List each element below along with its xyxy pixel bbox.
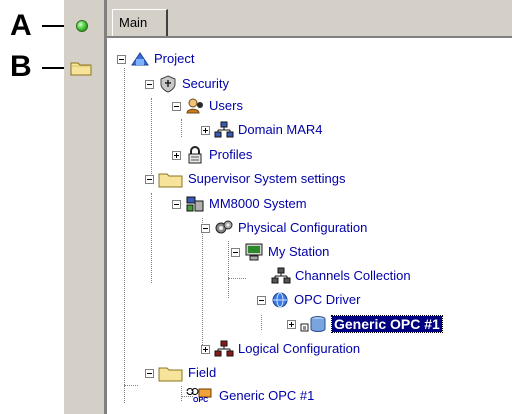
tree-item-physical[interactable]: Physical Configuration xyxy=(201,219,367,237)
collapse-toggle[interactable] xyxy=(145,368,154,378)
project-icon xyxy=(130,50,150,68)
tree-item-generic-opc-selected[interactable]: Generic OPC #1 xyxy=(287,315,443,333)
tree-label-selected: Generic OPC #1 xyxy=(331,315,443,333)
tree-item-mm8000[interactable]: MM8000 System xyxy=(172,195,307,213)
tree-item-domain[interactable]: Domain MAR4 xyxy=(201,121,323,139)
collapse-toggle[interactable] xyxy=(145,79,154,89)
green-status-dot-icon[interactable] xyxy=(76,20,88,32)
tab-main[interactable]: Main xyxy=(112,9,168,36)
tree-item-users[interactable]: Users xyxy=(172,97,243,115)
opc-badge: OPC xyxy=(193,397,209,404)
expand-toggle[interactable] xyxy=(201,344,210,354)
lock-icon xyxy=(185,146,205,164)
tree-label: Field xyxy=(188,365,217,380)
logical-config-icon xyxy=(214,340,234,358)
collapse-toggle[interactable] xyxy=(172,101,181,111)
tree-item-security[interactable]: Security xyxy=(145,75,229,93)
folder-icon[interactable] xyxy=(70,60,92,81)
tree-item-project[interactable]: Project xyxy=(117,50,194,68)
tree-item-field[interactable]: Field xyxy=(145,364,216,382)
tree-item-opc-driver[interactable]: OPC Driver xyxy=(257,291,360,309)
tree-item-channels[interactable]: Channels Collection xyxy=(271,267,411,285)
monitor-icon xyxy=(244,243,264,261)
tree-label: My Station xyxy=(268,244,330,259)
tree-label: Security xyxy=(182,76,229,91)
tree-label: Logical Configuration xyxy=(238,341,361,356)
callout-a-letter: A xyxy=(10,9,32,42)
tree-label: Generic OPC #1 xyxy=(219,388,315,403)
expand-toggle[interactable] xyxy=(287,319,296,329)
security-shield-icon xyxy=(158,75,178,93)
tree-label: Physical Configuration xyxy=(238,220,368,235)
tree-label: Users xyxy=(209,98,243,113)
collapse-toggle[interactable] xyxy=(257,295,266,305)
tab-main-label: Main xyxy=(119,15,148,30)
system-icon xyxy=(185,195,205,213)
collapse-toggle[interactable] xyxy=(172,199,181,209)
tree-label: OPC Driver xyxy=(294,292,361,307)
collapse-toggle[interactable] xyxy=(231,247,240,257)
domain-network-icon xyxy=(214,121,234,139)
tree-item-logical[interactable]: Logical Configuration xyxy=(201,340,360,358)
expand-toggle[interactable] xyxy=(201,125,210,135)
folder-icon xyxy=(158,364,184,382)
tree-label: Domain MAR4 xyxy=(238,122,323,137)
tree-item-station[interactable]: My Station xyxy=(231,243,329,261)
tree-label: MM8000 System xyxy=(209,196,307,211)
globe-icon xyxy=(270,291,290,309)
tree-item-generic-opc-field[interactable]: OPC Generic OPC #1 xyxy=(185,387,314,405)
folder-open-icon xyxy=(158,170,184,188)
expand-toggle[interactable] xyxy=(172,150,181,160)
channels-icon xyxy=(271,267,291,285)
database-icon xyxy=(300,315,328,333)
collapse-toggle[interactable] xyxy=(201,223,210,233)
tree-item-supervisor[interactable]: Supervisor System settings xyxy=(145,170,346,188)
collapse-toggle[interactable] xyxy=(117,54,126,64)
opc-server-icon: OPC xyxy=(185,387,215,405)
tree-label: Channels Collection xyxy=(295,268,411,283)
tree-label: Supervisor System settings xyxy=(188,171,346,186)
callout-b-letter: B xyxy=(10,50,32,83)
tree-label: Project xyxy=(154,51,195,66)
users-icon xyxy=(185,97,205,115)
gears-icon xyxy=(214,219,234,237)
collapse-toggle[interactable] xyxy=(145,174,154,184)
tree-label: Profiles xyxy=(209,147,253,162)
tree-item-profiles[interactable]: Profiles xyxy=(172,146,252,164)
